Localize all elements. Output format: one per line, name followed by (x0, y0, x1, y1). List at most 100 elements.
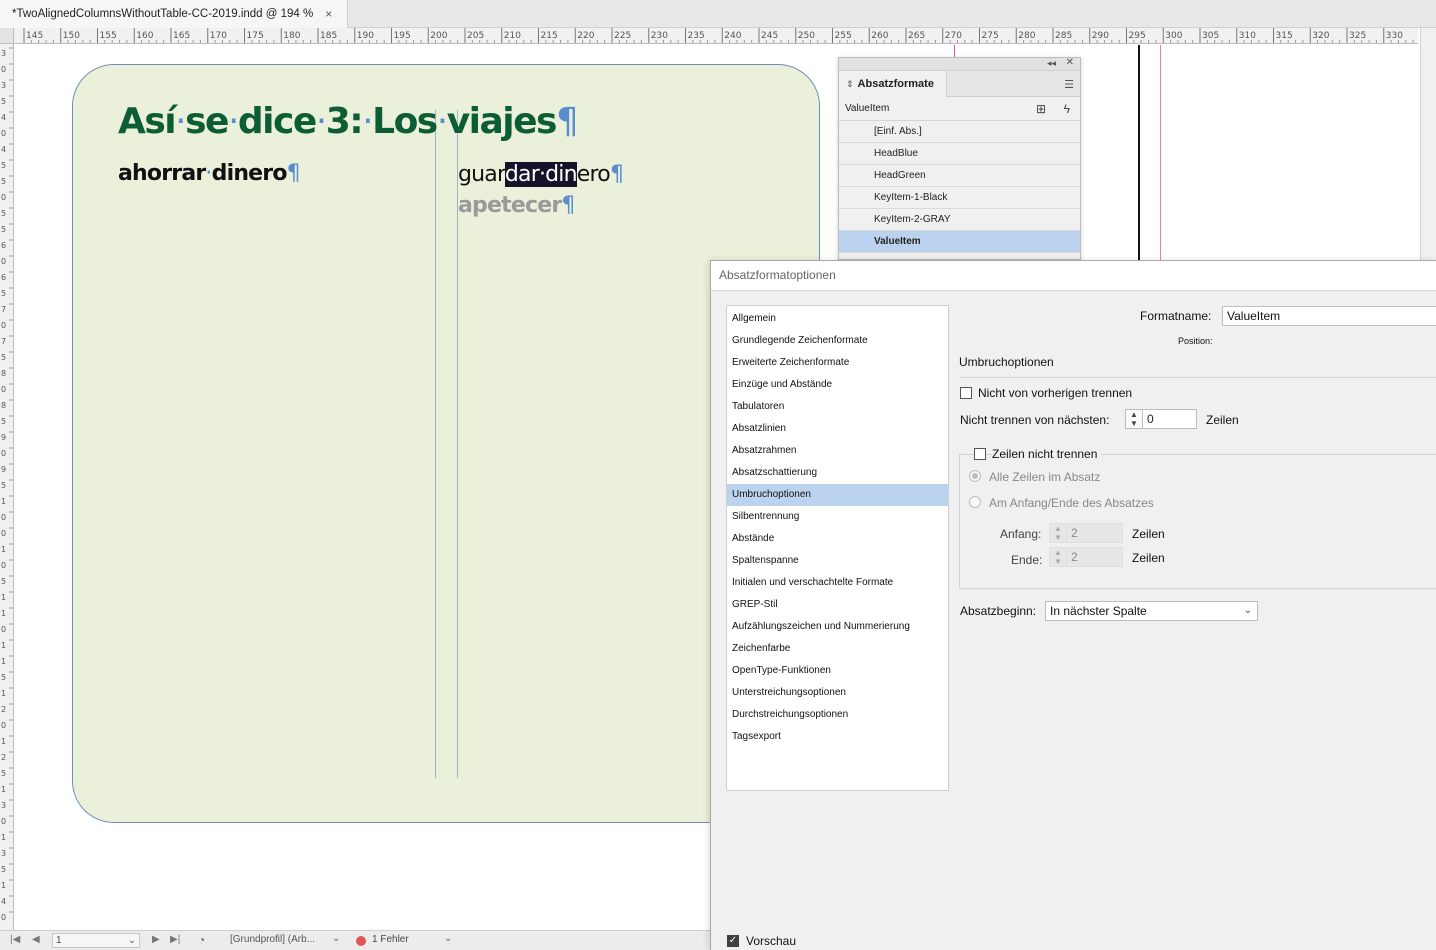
category-item[interactable]: Absatzrahmen (727, 440, 948, 462)
preview-checkbox[interactable]: ✓ (727, 935, 739, 947)
keep-next-stepper[interactable]: ▲ ▼ 0 (1125, 409, 1197, 429)
preflight-icon[interactable]: ◔ (198, 933, 205, 947)
ruler-label: 5 (1, 177, 6, 186)
keep-next-input[interactable]: 0 (1143, 409, 1197, 429)
page-heading[interactable]: Así·se·dice·3:·Los·viajes¶ (118, 101, 579, 142)
keep-prev-label[interactable]: Nicht von vorherigen trennen (978, 386, 1132, 400)
category-item[interactable]: Silbentrennung (727, 506, 948, 528)
ruler-label: 235 (688, 31, 705, 41)
end-lines-input[interactable]: 2 (1067, 547, 1123, 567)
category-item-active[interactable]: Umbruchoptionen (727, 484, 948, 506)
style-item[interactable]: [Einf. Abs.] (839, 121, 1080, 143)
keep-prev-checkbox[interactable] (960, 387, 972, 399)
value-item-gray[interactable]: apetecer¶ (458, 193, 575, 218)
ruler-label: 1 (1, 833, 6, 842)
formatname-input[interactable]: ValueItem (1222, 306, 1436, 326)
close-tab-icon[interactable]: × (325, 7, 332, 21)
panel-titlebar[interactable]: ◂◂ ✕ (839, 57, 1080, 71)
style-item[interactable]: KeyItem-1-Black (839, 187, 1080, 209)
category-item[interactable]: Tabulatoren (727, 396, 948, 418)
vertical-ruler[interactable]: 3 0 3 5 4 0 4 5 5 0 5 5 6 0 6 5 7 0 7 5 8 0 8 5 9 0 9 5 1 0 0 1 0 5 1 1 0 1 1 5… (0, 44, 14, 930)
last-page-button[interactable]: ▶| (170, 934, 180, 945)
panel-menu-icon[interactable]: ☰ (1064, 78, 1074, 91)
first-page-button[interactable]: |◀ (10, 934, 20, 945)
dialog-title[interactable]: Absatzformatoptionen (711, 261, 1436, 291)
ruler-label: 0 (1, 65, 6, 74)
start-end-radio[interactable] (969, 496, 981, 508)
para-start-select[interactable]: In nächster Spalte ⌄ (1045, 601, 1258, 621)
next-page-button[interactable]: ▶ (152, 934, 160, 945)
style-item[interactable]: HeadGreen (839, 165, 1080, 187)
ruler-label: 0 (1, 561, 6, 570)
value-item-right[interactable]: guardar·dinero¶ (458, 162, 624, 187)
previous-page-button[interactable]: ◀ (32, 934, 40, 945)
ruler-label: 205 (467, 31, 484, 41)
preflight-profile[interactable]: [Grundprofil] (Arb... (230, 934, 315, 945)
chevron-down-icon[interactable]: ⌄ (1244, 602, 1252, 620)
category-item[interactable]: Initialen und verschachtelte Formate (727, 572, 948, 594)
ruler-label: 1 (1, 689, 6, 698)
category-item[interactable]: Unterstreichungsoptionen (727, 682, 948, 704)
category-item[interactable]: Tagsexport (727, 726, 948, 748)
chevron-down-icon[interactable]: ⌄ (128, 934, 136, 947)
ruler-label: 305 (1202, 31, 1219, 41)
error-count[interactable]: 1 Fehler (372, 934, 409, 945)
lines-unit-label: Zeilen (1132, 551, 1165, 565)
vertical-scrollbar[interactable] (1420, 28, 1436, 260)
quick-apply-icon[interactable]: ϟ (1064, 97, 1070, 121)
stepper-arrows-icon[interactable]: ▲ ▼ (1125, 409, 1143, 429)
ruler-label: 4 (1, 113, 6, 122)
ruler-label: 5 (1, 769, 6, 778)
text-frame[interactable]: Así·se·dice·3:·Los·viajes¶ ahorrar·diner… (72, 64, 820, 823)
category-item[interactable]: Erweiterte Zeichenformate (727, 352, 948, 374)
style-item[interactable]: HeadBlue (839, 143, 1080, 165)
all-lines-radio[interactable] (969, 470, 981, 482)
category-item[interactable]: Zeichenfarbe (727, 638, 948, 660)
category-item[interactable]: Absatzschattierung (727, 462, 948, 484)
ruler-label: 220 (577, 31, 594, 41)
start-lines-input[interactable]: 2 (1067, 523, 1123, 543)
category-item[interactable]: OpenType-Funktionen (727, 660, 948, 682)
stepper-arrows-icon[interactable]: ▲ ▼ (1049, 523, 1067, 543)
ruler-label: 1 (1, 737, 6, 746)
text-selection[interactable]: dar·din (504, 162, 578, 187)
ruler-label: 300 (1165, 31, 1182, 41)
ruler-label: 0 (1, 817, 6, 826)
category-item[interactable]: Einzüge und Abstände (727, 374, 948, 396)
category-item[interactable]: Aufzählungszeichen und Nummerierung (727, 616, 948, 638)
stepper-arrows-icon[interactable]: ▲ ▼ (1049, 547, 1067, 567)
category-item[interactable]: GREP-Stil (727, 594, 948, 616)
horizontal-ruler[interactable]: 145 150 155 160 165 170 175 180 185 190 195 200 205 2… (14, 28, 1418, 44)
category-item[interactable]: Spaltenspanne (727, 550, 948, 572)
chevron-down-icon[interactable]: ⌄ (444, 933, 452, 944)
new-style-group-icon[interactable]: ⊞ (1036, 97, 1046, 121)
category-item[interactable]: Durchstreichungsoptionen (727, 704, 948, 726)
category-item[interactable]: Abstände (727, 528, 948, 550)
current-style-row: ValueItem ⊞ ϟ (839, 97, 1080, 121)
collapse-panel-icon[interactable]: ◂◂ (1047, 58, 1056, 69)
end-lines-stepper[interactable]: ▲ ▼ 2 (1049, 547, 1123, 567)
ruler-label: 3 (1, 49, 6, 58)
category-item[interactable]: Absatzlinien (727, 418, 948, 440)
horizontal-ruler-ticks: 145 150 155 160 165 170 175 180 185 190 195 200 205 2… (23, 28, 1414, 43)
chevron-down-icon[interactable]: ⌄ (332, 933, 340, 944)
category-item[interactable]: Grundlegende Zeichenformate (727, 330, 948, 352)
key-item-left[interactable]: ahorrar·dinero¶ (118, 161, 301, 186)
ruler-label: 290 (1092, 31, 1109, 41)
ruler-origin[interactable] (0, 28, 14, 44)
style-item-active[interactable]: ValueItem (839, 231, 1080, 253)
close-panel-icon[interactable]: ✕ (1066, 57, 1074, 68)
preview-label[interactable]: Vorschau (746, 934, 796, 948)
ruler-label: 0 (1, 257, 6, 266)
ruler-label: 0 (1, 385, 6, 394)
page-number-field[interactable]: 1 ⌄ (52, 933, 140, 948)
category-item[interactable]: Allgemein (727, 308, 948, 330)
document-tab[interactable]: *TwoAlignedColumnsWithoutTable-CC-2019.i… (0, 0, 348, 28)
start-lines-stepper[interactable]: ▲ ▼ 2 (1049, 523, 1123, 543)
keep-lines-checkbox[interactable] (974, 448, 986, 460)
keep-lines-label[interactable]: Zeilen nicht trennen (992, 447, 1102, 461)
start-end-label[interactable]: Am Anfang/Ende des Absatzes (989, 496, 1154, 510)
panel-tab-paragraph-styles[interactable]: ⇕ Absatzformate (839, 71, 947, 97)
style-item[interactable]: KeyItem-2-GRAY (839, 209, 1080, 231)
all-lines-label[interactable]: Alle Zeilen im Absatz (989, 470, 1100, 484)
